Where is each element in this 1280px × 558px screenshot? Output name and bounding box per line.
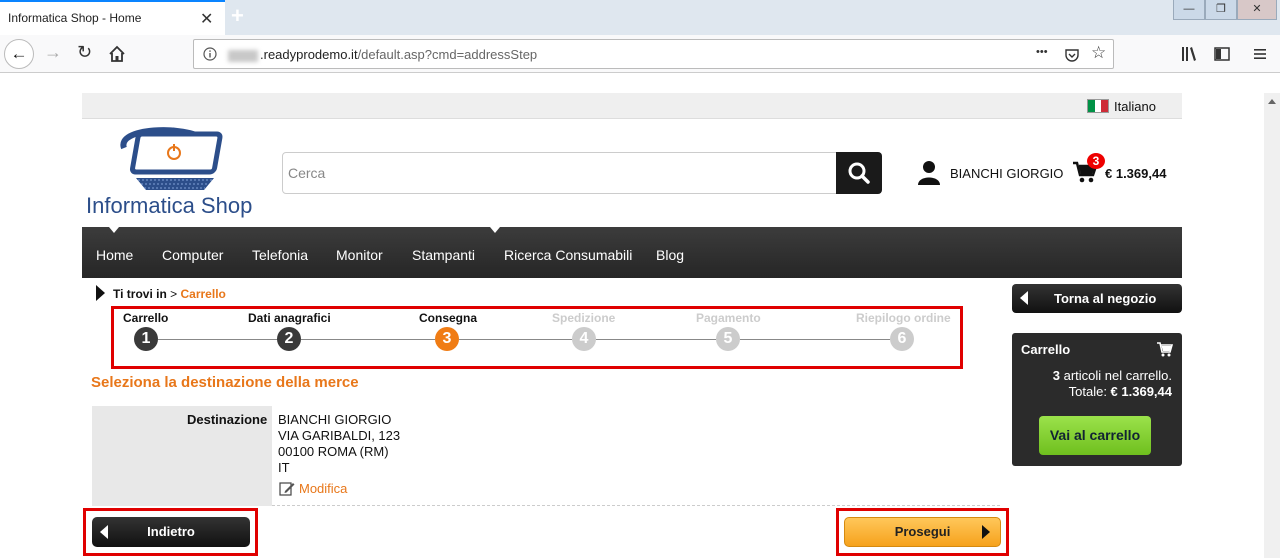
main-menu: Home Computer Telefonia Monitor Stampant…	[82, 227, 1182, 278]
cart-items-count: 3	[1052, 368, 1060, 383]
destination-label: Destinazione	[187, 412, 268, 427]
cart-items-label: articoli nel carrello.	[1060, 368, 1172, 383]
reload-icon[interactable]: ↻	[77, 42, 92, 63]
address-name: BIANCHI GIORGIO	[278, 412, 392, 427]
edit-address-link[interactable]: Modifica	[299, 481, 347, 496]
next-triangle-icon	[982, 525, 990, 539]
address-country: IT	[278, 460, 290, 475]
back-triangle-icon	[100, 525, 108, 539]
step-connector	[301, 339, 435, 340]
next-button-label: Prosegui	[894, 524, 951, 539]
back-button[interactable]: Indietro	[92, 517, 250, 547]
language-selector[interactable]: Italiano	[1114, 99, 1156, 114]
back-shop-triangle-icon	[1020, 291, 1028, 305]
search-button[interactable]	[836, 152, 882, 194]
search-icon	[848, 162, 870, 184]
step-label-carrello[interactable]: Carrello	[123, 311, 168, 325]
page-scrollbar[interactable]	[1264, 93, 1280, 558]
step-connector	[459, 339, 572, 340]
logo-text: Informatica Shop	[86, 193, 253, 218]
cart-total-value: € 1.369,44	[1110, 384, 1172, 399]
step-circle-4: 4	[572, 327, 596, 351]
breadcrumb: Ti trovi in > Carrello	[113, 287, 226, 301]
browser-tab-bar: Informatica Shop - Home ✕ + — ❐ ✕	[0, 0, 1280, 35]
step-label-riepilogo-ordine: Riepilogo ordine	[856, 311, 951, 325]
forward-arrow-icon[interactable]: →	[44, 42, 62, 63]
address-city: 00100 ROMA (RM)	[278, 444, 389, 459]
step-label-spedizione: Spedizione	[552, 311, 616, 325]
menu-item-home[interactable]: Home	[96, 247, 133, 263]
user-name[interactable]: BIANCHI GIORGIO	[950, 166, 1063, 181]
step-circle-3: 3	[435, 327, 459, 351]
step-connector	[596, 339, 716, 340]
steps-highlight-box	[111, 306, 963, 369]
bookmark-star-icon[interactable]: ☆	[1091, 43, 1106, 63]
breadcrumb-separator: >	[170, 287, 178, 301]
menu-item-monitor[interactable]: Monitor	[336, 247, 383, 263]
hamburger-menu-icon[interactable]	[1251, 45, 1269, 63]
go-to-cart-button[interactable]: Vai al carrello	[1039, 416, 1151, 455]
new-tab-icon[interactable]: +	[231, 3, 244, 29]
browser-nav-bar: ← → ↻ .readyprodemo.it/default.asp?cmd=a…	[0, 35, 1280, 73]
sidebar-icon[interactable]	[1213, 45, 1231, 63]
page-actions-icon[interactable]: •••	[1036, 46, 1048, 58]
step-circle-2[interactable]: 2	[277, 327, 301, 351]
minimize-icon[interactable]: —	[1173, 0, 1205, 20]
url-text[interactable]: .readyprodemo.it/default.asp?cmd=address…	[228, 47, 537, 62]
step-label-consegna: Consegna	[419, 311, 478, 325]
cart-summary-panel: Carrello 3 articoli nel carrello. Totale…	[1012, 333, 1182, 466]
cart-total-text: Totale: € 1.369,44	[1012, 384, 1172, 399]
back-to-shop-button[interactable]: Torna al negozio	[1012, 284, 1182, 313]
address-street: VIA GARIBALDI, 123	[278, 428, 401, 443]
home-icon[interactable]	[108, 45, 126, 63]
menu-item-ricerca-consumabili[interactable]: Ricerca Consumabili	[504, 247, 632, 263]
window-close-icon[interactable]: ✕	[1237, 0, 1277, 20]
step-connector	[158, 339, 278, 340]
step-connector	[740, 339, 890, 340]
home-dropdown-icon	[109, 227, 119, 233]
url-path: /default.asp?cmd=addressStep	[357, 47, 538, 62]
italian-flag-icon[interactable]	[1087, 99, 1109, 113]
library-icon[interactable]	[1180, 45, 1198, 63]
url-bar[interactable]: .readyprodemo.it/default.asp?cmd=address…	[193, 39, 1114, 69]
stampanti-dropdown-icon	[490, 227, 500, 233]
step-label-dati-anagrafici[interactable]: Dati anagrafici	[248, 311, 331, 325]
cart-panel-title: Carrello	[1021, 342, 1071, 357]
edit-icon[interactable]	[279, 481, 295, 496]
cart-total-label: Totale:	[1068, 384, 1111, 399]
section-title: Seleziona la destinazione della merce	[91, 374, 359, 391]
tab-title: Informatica Shop - Home	[8, 11, 142, 25]
breadcrumb-current[interactable]: Carrello	[181, 287, 226, 301]
scroll-up-icon[interactable]	[1268, 99, 1276, 104]
menu-item-stampanti[interactable]: Stampanti	[412, 247, 475, 263]
top-strip	[82, 93, 1182, 119]
step-circle-5: 5	[716, 327, 740, 351]
maximize-icon[interactable]: ❐	[1205, 0, 1237, 20]
url-domain: .readyprodemo.it	[260, 47, 358, 62]
cart-count-badge: 3	[1087, 153, 1105, 169]
pocket-icon[interactable]	[1064, 47, 1080, 63]
step-circle-6: 6	[890, 327, 914, 351]
cart-items-text: 3 articoli nel carrello.	[1012, 368, 1172, 383]
back-arrow-icon[interactable]: ←	[4, 39, 34, 69]
url-redacted	[228, 49, 258, 62]
back-to-shop-label: Torna al negozio	[1054, 291, 1157, 306]
menu-item-computer[interactable]: Computer	[162, 247, 223, 263]
menu-item-blog[interactable]: Blog	[656, 247, 684, 263]
step-label-pagamento: Pagamento	[696, 311, 761, 325]
cart-panel-icon	[1157, 342, 1173, 357]
browser-tab[interactable]: Informatica Shop - Home ✕	[0, 0, 225, 35]
info-icon[interactable]	[203, 47, 217, 61]
step-circle-1[interactable]: 1	[134, 327, 158, 351]
header-cart-total[interactable]: € 1.369,44	[1105, 166, 1166, 181]
back-button-label: Indietro	[147, 524, 195, 539]
user-icon[interactable]	[917, 160, 941, 186]
tab-close-icon[interactable]: ✕	[200, 9, 213, 29]
breadcrumb-label: Ti trovi in	[113, 287, 167, 301]
next-button[interactable]: Prosegui	[844, 517, 1001, 547]
menu-item-telefonia[interactable]: Telefonia	[252, 247, 308, 263]
breadcrumb-arrow-icon	[96, 285, 105, 301]
search-input[interactable]	[282, 152, 837, 194]
